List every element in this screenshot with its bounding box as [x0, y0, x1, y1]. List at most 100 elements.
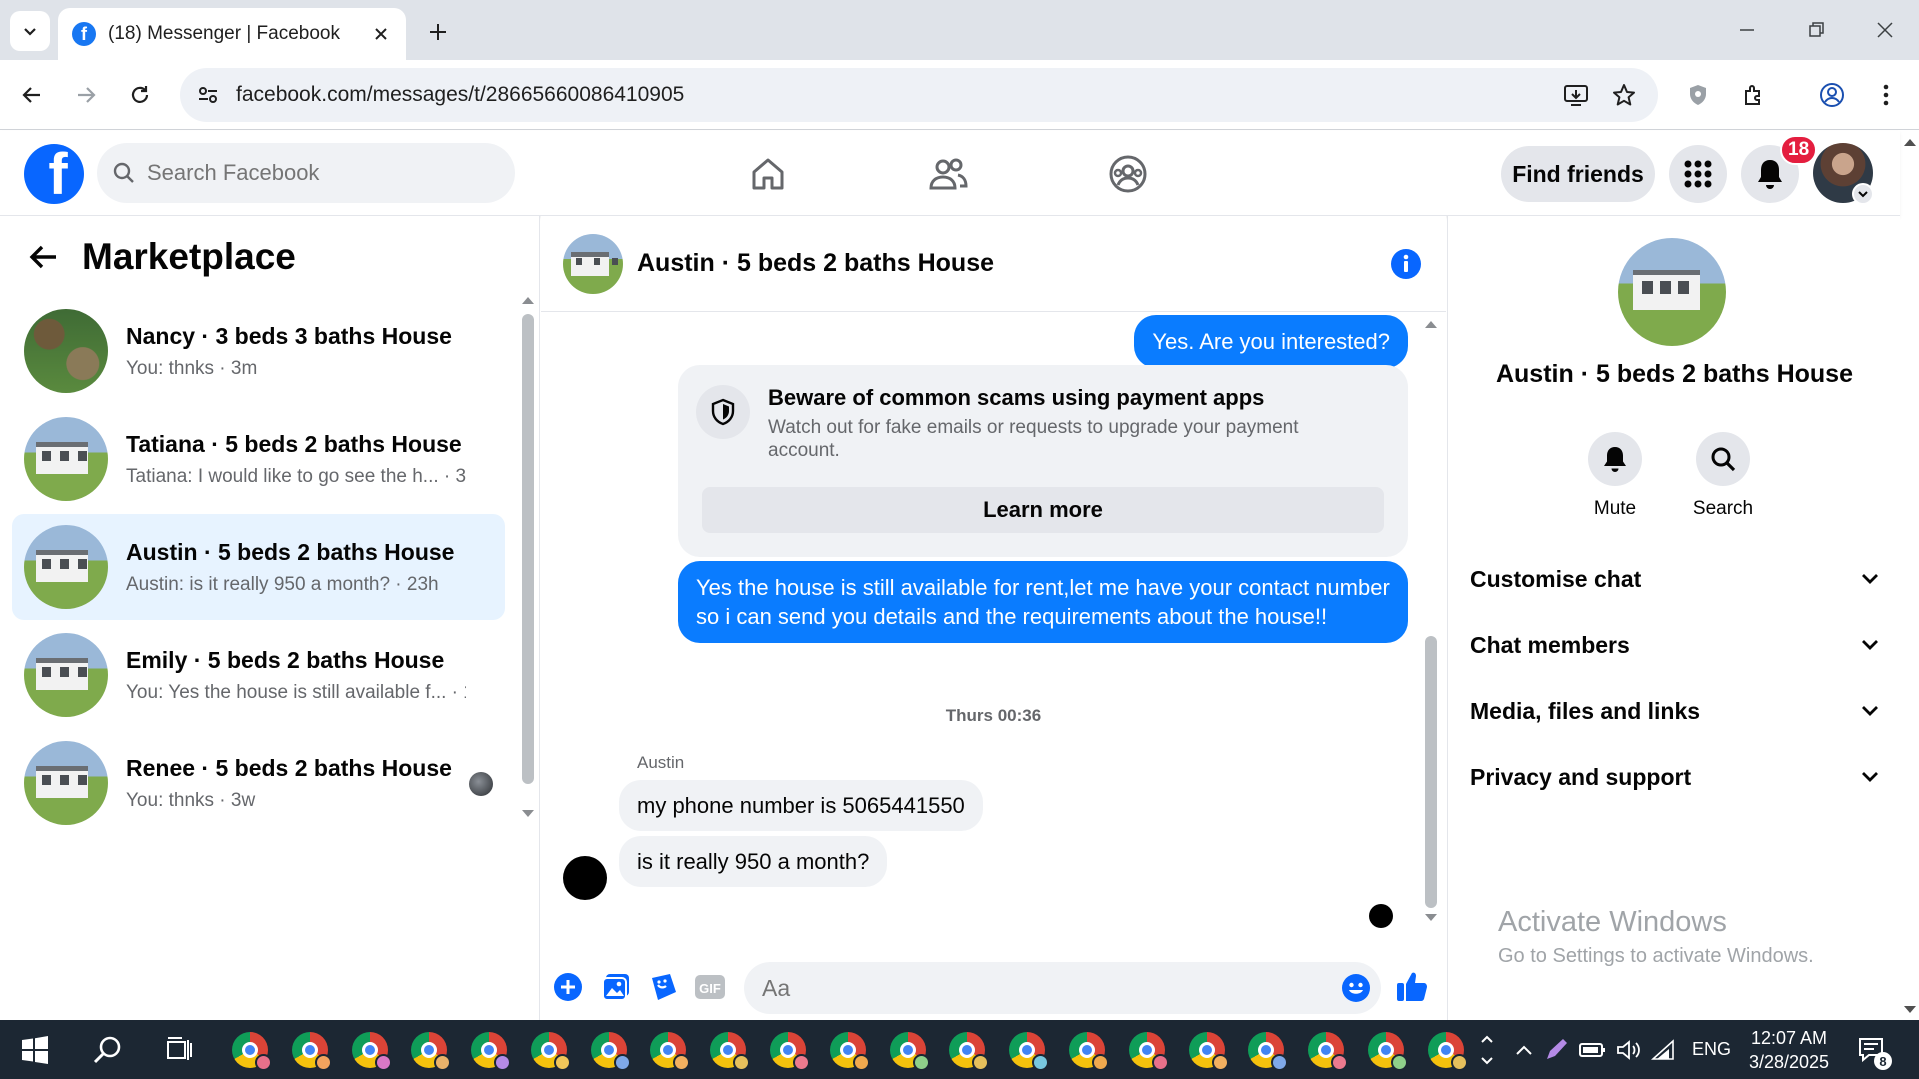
- conversation-preview: Austin: is it really 950 a month? · 23h: [126, 573, 439, 595]
- chrome-taskbar-icon[interactable]: [650, 1032, 690, 1071]
- facebook-search-input[interactable]: [147, 160, 477, 186]
- account-menu-caret[interactable]: [1852, 183, 1874, 205]
- extensions-button[interactable]: [1734, 75, 1774, 115]
- chrome-taskbar-icon[interactable]: [471, 1032, 511, 1071]
- browser-menu-button[interactable]: [1866, 75, 1906, 115]
- conversation-list-scrollbar[interactable]: [522, 314, 534, 784]
- scroll-up-arrow-icon[interactable]: [1423, 318, 1439, 330]
- outgoing-message[interactable]: Yes the house is still available for ren…: [678, 561, 1408, 643]
- chat-avatar[interactable]: [563, 233, 623, 294]
- media-files-links-row[interactable]: Media, files and links: [1470, 684, 1880, 738]
- groups-nav-button[interactable]: [1103, 149, 1153, 199]
- install-app-icon[interactable]: [1562, 81, 1590, 109]
- conversation-item-nancy[interactable]: Nancy · 3 beds 3 baths House You: thnks …: [12, 298, 505, 404]
- window-minimize-button[interactable]: [1724, 10, 1770, 50]
- taskbar-overflow-arrows[interactable]: [1474, 1030, 1500, 1070]
- learn-more-button[interactable]: Learn more: [702, 487, 1384, 533]
- facebook-logo[interactable]: f: [24, 144, 84, 204]
- gif-button[interactable]: GIF: [694, 971, 726, 1003]
- more-actions-button[interactable]: [552, 971, 584, 1003]
- chrome-taskbar-icon[interactable]: [1189, 1032, 1229, 1071]
- scroll-down-arrow-icon[interactable]: [520, 808, 536, 820]
- chat-members-row[interactable]: Chat members: [1470, 618, 1880, 672]
- details-avatar[interactable]: [1618, 238, 1726, 346]
- sticker-button[interactable]: [647, 971, 679, 1003]
- chrome-taskbar-icon[interactable]: [830, 1032, 870, 1071]
- message-input-box[interactable]: [744, 962, 1381, 1014]
- sender-avatar[interactable]: [563, 856, 607, 900]
- chrome-taskbar-icon[interactable]: [1248, 1032, 1288, 1071]
- new-tab-button[interactable]: [420, 14, 456, 50]
- chrome-taskbar-icon[interactable]: [890, 1032, 930, 1071]
- search-taskbar-button[interactable]: [88, 1030, 128, 1070]
- conversation-item-renee[interactable]: Renee · 5 beds 2 baths House You: thnks …: [12, 730, 505, 836]
- chrome-taskbar-icon[interactable]: [531, 1032, 571, 1071]
- window-close-button[interactable]: [1862, 10, 1908, 50]
- chrome-taskbar-icon[interactable]: [1069, 1032, 1109, 1071]
- tab-close-button[interactable]: [370, 23, 392, 45]
- conversation-item-emily[interactable]: Emily · 5 beds 2 baths House You: Yes th…: [12, 622, 505, 728]
- mute-button[interactable]: Mute: [1570, 432, 1660, 520]
- taskbar-clock[interactable]: 12:07 AM 3/28/2025: [1733, 1026, 1845, 1074]
- forward-button[interactable]: [66, 75, 106, 115]
- scroll-up-arrow-icon[interactable]: [520, 294, 536, 306]
- start-button[interactable]: [15, 1030, 55, 1070]
- address-bar[interactable]: facebook.com/messages/t/2866566008641090…: [180, 68, 1658, 122]
- privacy-support-row[interactable]: Privacy and support: [1470, 750, 1880, 804]
- chrome-taskbar-icon[interactable]: [1428, 1032, 1468, 1071]
- find-friends-button[interactable]: Find friends: [1501, 146, 1655, 202]
- conversation-item-austin[interactable]: Austin · 5 beds 2 baths House Austin: is…: [12, 514, 505, 620]
- incoming-message[interactable]: my phone number is 5065441550: [619, 780, 983, 831]
- scroll-down-arrow-icon[interactable]: [1423, 912, 1439, 924]
- tab-search-button[interactable]: [10, 11, 50, 51]
- chrome-taskbar-icon[interactable]: [591, 1032, 631, 1071]
- window-restore-button[interactable]: [1793, 10, 1839, 50]
- chrome-taskbar-icon[interactable]: [770, 1032, 810, 1071]
- menu-button[interactable]: [1669, 145, 1727, 203]
- message-input[interactable]: [762, 974, 1302, 1002]
- chrome-taskbar-icon[interactable]: [949, 1032, 989, 1071]
- chrome-taskbar-icon[interactable]: [1129, 1032, 1169, 1071]
- chrome-taskbar-icon[interactable]: [352, 1032, 392, 1071]
- like-button[interactable]: [1393, 967, 1431, 1005]
- chrome-taskbar-icon[interactable]: [1368, 1032, 1408, 1071]
- extension-shield-button[interactable]: [1678, 75, 1718, 115]
- task-view-button[interactable]: [159, 1030, 199, 1070]
- input-language[interactable]: ENG: [1692, 1020, 1731, 1079]
- search-in-chat-button[interactable]: Search: [1678, 432, 1768, 520]
- pen-tray-icon[interactable]: [1536, 1030, 1576, 1070]
- notification-center-button[interactable]: 8: [1852, 1030, 1892, 1070]
- url-text[interactable]: facebook.com/messages/t/2866566008641090…: [236, 83, 684, 107]
- customise-chat-row[interactable]: Customise chat: [1470, 552, 1880, 606]
- site-info-icon[interactable]: [196, 83, 220, 107]
- browser-tab-messenger[interactable]: f (18) Messenger | Facebook: [58, 8, 406, 60]
- page-scroll-up-arrow[interactable]: [1900, 134, 1919, 150]
- home-nav-button[interactable]: [743, 149, 793, 199]
- chrome-taskbar-icon[interactable]: [411, 1032, 451, 1071]
- conversation-item-tatiana[interactable]: Tatiana · 5 beds 2 baths House Tatiana: …: [12, 406, 505, 512]
- chrome-taskbar-icon[interactable]: [1009, 1032, 1049, 1071]
- wifi-icon[interactable]: [1644, 1030, 1684, 1070]
- back-button[interactable]: [12, 75, 52, 115]
- battery-icon[interactable]: [1572, 1030, 1612, 1070]
- chat-scrollbar[interactable]: [1425, 636, 1437, 908]
- emoji-icon[interactable]: [1341, 973, 1371, 1003]
- chrome-taskbar-icon[interactable]: [232, 1032, 272, 1071]
- chrome-taskbar-icon[interactable]: [292, 1032, 332, 1071]
- page-scroll-down-arrow[interactable]: [1900, 1002, 1919, 1018]
- reload-button[interactable]: [120, 75, 160, 115]
- bookmark-star-icon[interactable]: [1610, 81, 1638, 109]
- volume-icon[interactable]: [1608, 1030, 1648, 1070]
- chat-title[interactable]: Austin · 5 beds 2 baths House: [637, 249, 994, 278]
- outgoing-message[interactable]: Yes. Are you interested?: [1134, 315, 1408, 368]
- chrome-taskbar-icon[interactable]: [1308, 1032, 1348, 1071]
- facebook-search-box[interactable]: [97, 143, 515, 203]
- friends-nav-button[interactable]: [923, 149, 973, 199]
- info-icon[interactable]: [1390, 248, 1422, 280]
- chrome-taskbar-icon[interactable]: [710, 1032, 750, 1071]
- incoming-message[interactable]: is it really 950 a month?: [619, 836, 888, 887]
- thumbs-up-icon: [1397, 972, 1427, 1001]
- attach-photo-button[interactable]: [600, 971, 632, 1003]
- back-arrow-icon[interactable]: [28, 243, 58, 271]
- profile-button[interactable]: [1812, 75, 1852, 115]
